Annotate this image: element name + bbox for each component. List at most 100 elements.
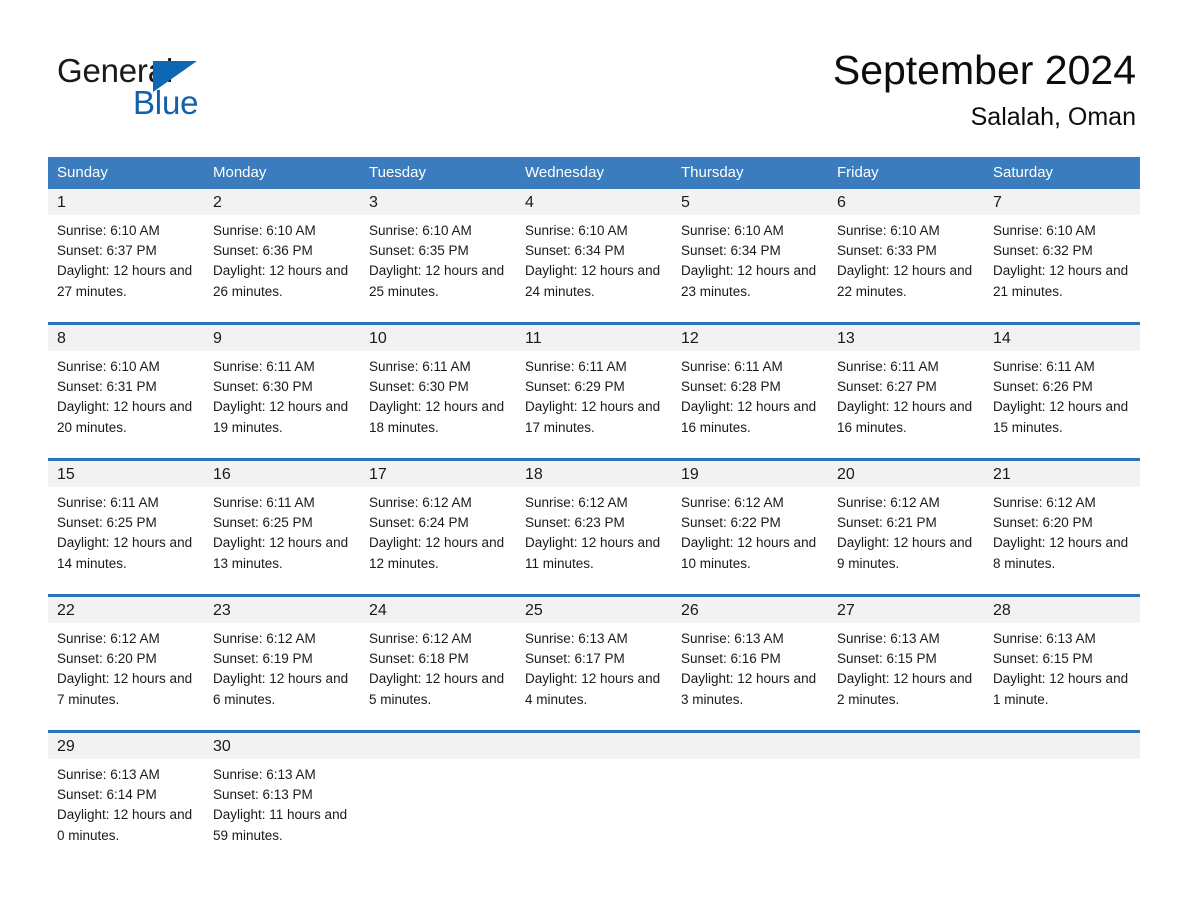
day-cell-empty (360, 733, 516, 857)
day-cell[interactable]: 10 Sunrise: 6:11 AM Sunset: 6:30 PM Dayl… (360, 325, 516, 449)
day-cell[interactable]: 27 Sunrise: 6:13 AM Sunset: 6:15 PM Dayl… (828, 597, 984, 721)
day-details: Sunrise: 6:12 AM Sunset: 6:20 PM Dayligh… (984, 487, 1140, 585)
sunrise-text: Sunrise: 6:13 AM (57, 767, 160, 782)
sunrise-text: Sunrise: 6:12 AM (213, 631, 316, 646)
generalblue-logo[interactable]: General Blue (57, 52, 317, 124)
day-details: Sunrise: 6:13 AM Sunset: 6:14 PM Dayligh… (48, 759, 204, 857)
day-details: Sunrise: 6:11 AM Sunset: 6:30 PM Dayligh… (204, 351, 360, 449)
day-number: 8 (48, 325, 204, 351)
daylight-text: Daylight: 12 hours and 7 minutes. (57, 671, 193, 707)
daylight-text: Daylight: 12 hours and 17 minutes. (525, 399, 661, 435)
sunset-text: Sunset: 6:28 PM (681, 379, 781, 395)
day-details: Sunrise: 6:12 AM Sunset: 6:20 PM Dayligh… (48, 623, 204, 721)
day-cell-empty (984, 733, 1140, 857)
day-cell[interactable]: 20 Sunrise: 6:12 AM Sunset: 6:21 PM Dayl… (828, 461, 984, 585)
weekday-header-friday: Friday (837, 164, 879, 181)
daylight-text: Daylight: 12 hours and 16 minutes. (681, 399, 817, 435)
sunset-text: Sunset: 6:33 PM (837, 243, 937, 259)
day-cell[interactable]: 8 Sunrise: 6:10 AM Sunset: 6:31 PM Dayli… (48, 325, 204, 449)
day-cell[interactable]: 24 Sunrise: 6:12 AM Sunset: 6:18 PM Dayl… (360, 597, 516, 721)
daylight-text: Daylight: 11 hours and 59 minutes. (213, 807, 348, 843)
sunrise-text: Sunrise: 6:13 AM (681, 631, 784, 646)
day-cell[interactable]: 29 Sunrise: 6:13 AM Sunset: 6:14 PM Dayl… (48, 733, 204, 857)
day-cell[interactable]: 6 Sunrise: 6:10 AM Sunset: 6:33 PM Dayli… (828, 189, 984, 313)
sunset-text: Sunset: 6:23 PM (525, 515, 625, 531)
day-details: Sunrise: 6:11 AM Sunset: 6:27 PM Dayligh… (828, 351, 984, 449)
day-details: Sunrise: 6:12 AM Sunset: 6:24 PM Dayligh… (360, 487, 516, 585)
sunrise-text: Sunrise: 6:11 AM (525, 359, 627, 374)
day-cell[interactable]: 13 Sunrise: 6:11 AM Sunset: 6:27 PM Dayl… (828, 325, 984, 449)
daylight-text: Daylight: 12 hours and 11 minutes. (525, 535, 661, 571)
day-number: 12 (672, 325, 828, 351)
weekday-header-tuesday: Tuesday (369, 164, 426, 181)
daylight-text: Daylight: 12 hours and 21 minutes. (993, 263, 1129, 299)
weekday-header-row: Sunday Monday Tuesday Wednesday Thursday… (48, 157, 1140, 189)
daylight-text: Daylight: 12 hours and 20 minutes. (57, 399, 193, 435)
week-row: 8 Sunrise: 6:10 AM Sunset: 6:31 PM Dayli… (48, 322, 1140, 449)
sunset-text: Sunset: 6:24 PM (369, 515, 469, 531)
daylight-text: Daylight: 12 hours and 23 minutes. (681, 263, 817, 299)
daylight-text: Daylight: 12 hours and 13 minutes. (213, 535, 349, 571)
day-cell[interactable]: 7 Sunrise: 6:10 AM Sunset: 6:32 PM Dayli… (984, 189, 1140, 313)
day-details: Sunrise: 6:10 AM Sunset: 6:31 PM Dayligh… (48, 351, 204, 449)
daylight-text: Daylight: 12 hours and 4 minutes. (525, 671, 661, 707)
day-cell[interactable]: 12 Sunrise: 6:11 AM Sunset: 6:28 PM Dayl… (672, 325, 828, 449)
day-cell[interactable]: 22 Sunrise: 6:12 AM Sunset: 6:20 PM Dayl… (48, 597, 204, 721)
day-cell-empty (828, 733, 984, 857)
day-cell[interactable]: 5 Sunrise: 6:10 AM Sunset: 6:34 PM Dayli… (672, 189, 828, 313)
day-details: Sunrise: 6:11 AM Sunset: 6:28 PM Dayligh… (672, 351, 828, 449)
day-details: Sunrise: 6:10 AM Sunset: 6:36 PM Dayligh… (204, 215, 360, 313)
weekday-header-saturday: Saturday (993, 164, 1054, 181)
day-details: Sunrise: 6:12 AM Sunset: 6:23 PM Dayligh… (516, 487, 672, 585)
day-number: 28 (984, 597, 1140, 623)
sunrise-text: Sunrise: 6:10 AM (993, 223, 1096, 238)
day-cell[interactable]: 18 Sunrise: 6:12 AM Sunset: 6:23 PM Dayl… (516, 461, 672, 585)
day-cell[interactable]: 2 Sunrise: 6:10 AM Sunset: 6:36 PM Dayli… (204, 189, 360, 313)
day-cell[interactable]: 4 Sunrise: 6:10 AM Sunset: 6:34 PM Dayli… (516, 189, 672, 313)
day-cell[interactable]: 16 Sunrise: 6:11 AM Sunset: 6:25 PM Dayl… (204, 461, 360, 585)
day-cell[interactable]: 23 Sunrise: 6:12 AM Sunset: 6:19 PM Dayl… (204, 597, 360, 721)
day-cell[interactable]: 19 Sunrise: 6:12 AM Sunset: 6:22 PM Dayl… (672, 461, 828, 585)
day-cell[interactable]: 3 Sunrise: 6:10 AM Sunset: 6:35 PM Dayli… (360, 189, 516, 313)
sunrise-text: Sunrise: 6:10 AM (525, 223, 628, 238)
day-number: 9 (204, 325, 360, 351)
day-number (360, 733, 516, 759)
sunrise-text: Sunrise: 6:11 AM (993, 359, 1095, 374)
day-details: Sunrise: 6:11 AM Sunset: 6:26 PM Dayligh… (984, 351, 1140, 449)
daylight-text: Daylight: 12 hours and 1 minute. (993, 671, 1129, 707)
day-details: Sunrise: 6:13 AM Sunset: 6:15 PM Dayligh… (984, 623, 1140, 721)
day-cell[interactable]: 26 Sunrise: 6:13 AM Sunset: 6:16 PM Dayl… (672, 597, 828, 721)
sunset-text: Sunset: 6:26 PM (993, 379, 1093, 395)
day-cell[interactable]: 11 Sunrise: 6:11 AM Sunset: 6:29 PM Dayl… (516, 325, 672, 449)
day-number: 15 (48, 461, 204, 487)
day-cell[interactable]: 14 Sunrise: 6:11 AM Sunset: 6:26 PM Dayl… (984, 325, 1140, 449)
day-details: Sunrise: 6:12 AM Sunset: 6:22 PM Dayligh… (672, 487, 828, 585)
day-cell-empty (672, 733, 828, 857)
day-details: Sunrise: 6:12 AM Sunset: 6:21 PM Dayligh… (828, 487, 984, 585)
day-cell[interactable]: 30 Sunrise: 6:13 AM Sunset: 6:13 PM Dayl… (204, 733, 360, 857)
weekday-header-sunday: Sunday (57, 164, 108, 181)
sunrise-text: Sunrise: 6:12 AM (369, 495, 472, 510)
page-title: September 2024 (832, 47, 1136, 93)
day-cell[interactable]: 1 Sunrise: 6:10 AM Sunset: 6:37 PM Dayli… (48, 189, 204, 313)
sunset-text: Sunset: 6:30 PM (213, 379, 313, 395)
day-cell[interactable]: 28 Sunrise: 6:13 AM Sunset: 6:15 PM Dayl… (984, 597, 1140, 721)
day-cell[interactable]: 15 Sunrise: 6:11 AM Sunset: 6:25 PM Dayl… (48, 461, 204, 585)
day-details: Sunrise: 6:13 AM Sunset: 6:15 PM Dayligh… (828, 623, 984, 721)
day-cell[interactable]: 21 Sunrise: 6:12 AM Sunset: 6:20 PM Dayl… (984, 461, 1140, 585)
daylight-text: Daylight: 12 hours and 10 minutes. (681, 535, 817, 571)
sunset-text: Sunset: 6:35 PM (369, 243, 469, 259)
sunset-text: Sunset: 6:20 PM (993, 515, 1093, 531)
day-number: 25 (516, 597, 672, 623)
sunrise-text: Sunrise: 6:10 AM (213, 223, 316, 238)
sunset-text: Sunset: 6:25 PM (57, 515, 157, 531)
daylight-text: Daylight: 12 hours and 8 minutes. (993, 535, 1129, 571)
sunset-text: Sunset: 6:19 PM (213, 651, 313, 667)
sunrise-text: Sunrise: 6:11 AM (681, 359, 783, 374)
day-cell[interactable]: 17 Sunrise: 6:12 AM Sunset: 6:24 PM Dayl… (360, 461, 516, 585)
day-details: Sunrise: 6:13 AM Sunset: 6:13 PM Dayligh… (204, 759, 360, 857)
day-cell[interactable]: 25 Sunrise: 6:13 AM Sunset: 6:17 PM Dayl… (516, 597, 672, 721)
day-number: 16 (204, 461, 360, 487)
sunrise-text: Sunrise: 6:13 AM (525, 631, 628, 646)
day-cell[interactable]: 9 Sunrise: 6:11 AM Sunset: 6:30 PM Dayli… (204, 325, 360, 449)
